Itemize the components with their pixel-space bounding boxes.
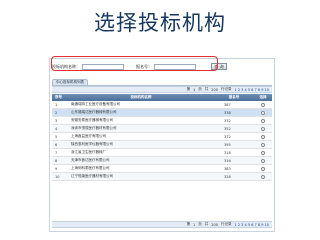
pagination-bar-bottom: 第 1 页 共 200 行记录 1 2 3 4 5 6 7 8 9 10 (52, 221, 272, 228)
table-row[interactable]: 10 辽宁恒康医疗器材有限公司 328 (52, 173, 272, 181)
row-name: 南通瑞特工业医疗设备有限公司 (71, 102, 120, 106)
pagination-bar-top: 第 1 页 共 200 行记录 1 2 3 4 5 6 7 8 9 10 (52, 86, 272, 93)
table-row[interactable]: 2 山东福瑞达医疗器械有限公司 338 (52, 109, 272, 117)
row-select-radio[interactable] (261, 158, 265, 163)
record-suffix: 行记录 (220, 87, 232, 91)
row-code: 372 (224, 134, 231, 139)
institution-list-panel: 投标机构名称： 报名号： 查 询 中心投标机构列表 第 1 页 共 200 行记… (49, 58, 275, 232)
row-select-radio[interactable] (261, 174, 265, 179)
tab-bar: 中心投标机构列表 (52, 78, 88, 85)
row-select-radio[interactable] (261, 118, 265, 123)
page-unit: 页 (198, 222, 202, 226)
row-select-radio[interactable] (261, 150, 265, 155)
row-select-radio[interactable] (261, 126, 265, 131)
institution-table: 序号 投标机构名称 报名号 选择 1 南通瑞特工业医疗设备有限公司 387 2 … (52, 94, 272, 181)
row-name: 浙江省卫生医疗器械厂 (71, 150, 106, 154)
row-select-radio[interactable] (261, 134, 265, 139)
row-no: 10 (55, 174, 60, 179)
header-no: 序号 (55, 95, 62, 99)
row-code: 338 (224, 110, 231, 115)
page-links[interactable]: 1 2 3 4 5 6 7 8 9 10 (234, 88, 269, 92)
row-code: 395 (224, 142, 231, 147)
row-code: 383 (224, 166, 231, 171)
slide-title: 选择投标机构 (94, 11, 226, 35)
row-no: 5 (55, 134, 58, 139)
row-name: 陕西惠利医学仪器有限公司 (71, 142, 113, 146)
total-prefix: 共 (204, 87, 209, 91)
search-highlight-outline (51, 56, 218, 71)
row-no: 6 (55, 142, 58, 147)
table-row[interactable]: 6 陕西惠利医学仪器有限公司 395 (52, 141, 272, 149)
row-code: 318 (224, 150, 231, 155)
row-no: 7 (55, 150, 58, 155)
header-name: 投标机构名称 (130, 95, 152, 99)
total-prefix: 共 (204, 222, 209, 226)
row-name: 辽宁恒康医疗器材有限公司 (71, 174, 113, 178)
row-no: 1 (55, 102, 58, 107)
row-select-radio[interactable] (261, 142, 265, 147)
table-row[interactable]: 7 浙江省卫生医疗器械厂 318 (52, 149, 272, 157)
row-name: 深圳市恒辰医疗器材有限公司 (71, 126, 117, 130)
row-code: 328 (224, 174, 231, 179)
row-name: 安徽安泰医疗器械有限公司 (71, 118, 113, 122)
row-no: 9 (55, 166, 58, 171)
row-name: 山东福瑞达医疗器械有限公司 (71, 110, 117, 114)
total-count: 200 (211, 87, 218, 92)
total-count: 200 (211, 222, 218, 227)
table-header: 序号 投标机构名称 报名号 选择 (52, 94, 272, 101)
record-suffix: 行记录 (220, 222, 232, 226)
table-row[interactable]: 5 上海鑫益医疗有限公司 372 (52, 133, 272, 141)
table-row[interactable]: 4 深圳市恒辰医疗器材有限公司 352 (52, 125, 272, 133)
row-name: 上海鑫益医疗有限公司 (71, 134, 106, 138)
page-links[interactable]: 1 2 3 4 5 6 7 8 9 10 (234, 223, 269, 227)
page-number: 1 (193, 87, 196, 92)
row-name: 上海闵科泰医疗有限公司 (71, 166, 110, 170)
row-name: 天津市鑫达医疗有限公司 (71, 158, 110, 162)
page-unit: 页 (198, 87, 202, 91)
table-row[interactable]: 9 上海闵科泰医疗有限公司 383 (52, 165, 272, 173)
header-code: 报名号 (228, 95, 240, 99)
row-select-radio[interactable] (261, 166, 265, 171)
header-select: 选择 (259, 95, 267, 99)
row-code: 387 (224, 102, 231, 107)
row-no: 8 (55, 158, 58, 163)
row-no: 2 (55, 110, 58, 115)
table-row[interactable]: 1 南通瑞特工业医疗设备有限公司 387 (52, 101, 272, 109)
row-no: 3 (55, 118, 58, 123)
row-code: 352 (224, 126, 231, 131)
row-no: 4 (55, 126, 58, 131)
page-number: 1 (193, 222, 196, 227)
table-row[interactable]: 3 安徽安泰医疗器械有限公司 332 (52, 117, 272, 125)
row-code: 316 (224, 158, 231, 163)
row-select-radio[interactable] (261, 110, 265, 115)
row-code: 332 (224, 118, 231, 123)
row-select-radio[interactable] (261, 102, 265, 107)
page-prefix: 第 (186, 222, 191, 226)
table-row[interactable]: 8 天津市鑫达医疗有限公司 316 (52, 157, 272, 165)
page-prefix: 第 (186, 87, 191, 91)
